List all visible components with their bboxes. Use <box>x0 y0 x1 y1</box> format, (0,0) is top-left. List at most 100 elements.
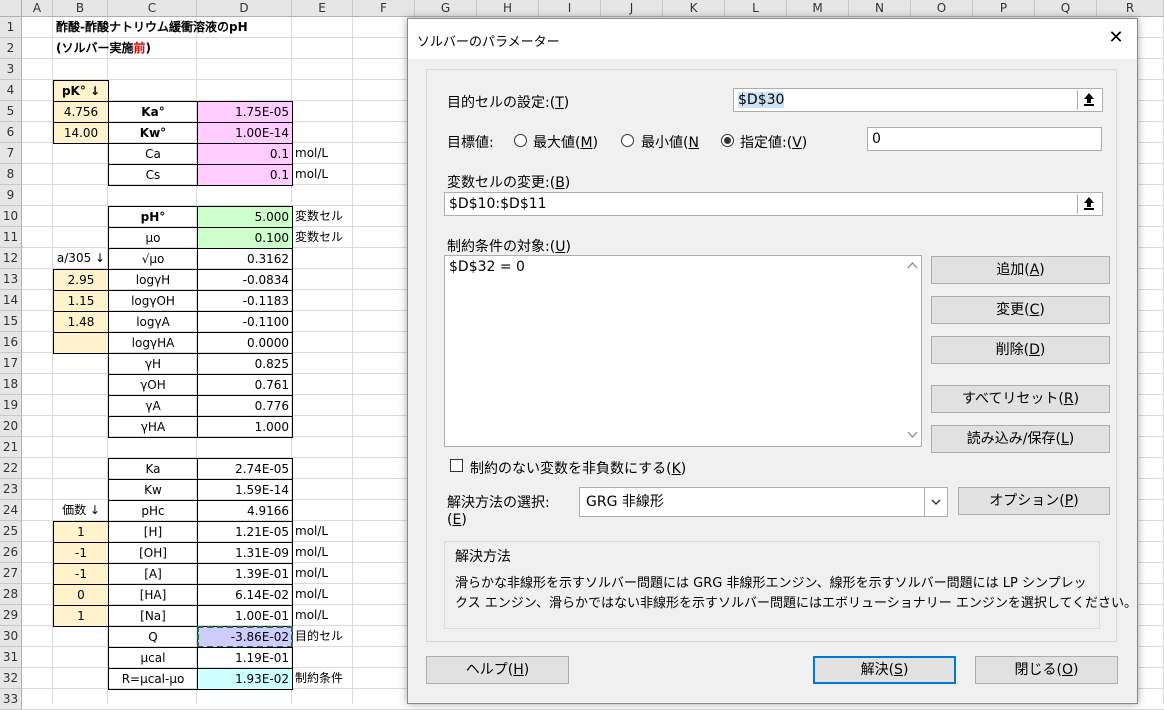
d-value-cell[interactable]: 1.000 <box>197 416 293 438</box>
d-value-cell[interactable]: 0.1 <box>197 164 293 186</box>
c-label-cell[interactable]: Ca <box>108 143 198 165</box>
nonnegative-checkbox[interactable] <box>450 459 463 472</box>
collapse-dialog-icon[interactable] <box>1077 90 1101 110</box>
valence-header[interactable]: 価数 ↓ <box>53 500 109 522</box>
c-label-cell[interactable]: logγOH <box>108 290 198 312</box>
d-value-cell[interactable]: 1.19E-01 <box>197 647 293 669</box>
b-cell[interactable]: 2.95 <box>53 269 109 291</box>
row-header[interactable]: 20 <box>0 416 22 437</box>
radio-min-label[interactable]: 最小値(N <box>641 132 699 152</box>
row-header[interactable]: 10 <box>0 206 22 227</box>
chevron-down-icon[interactable] <box>924 488 947 516</box>
d-value-cell[interactable]: 0.761 <box>197 374 293 396</box>
d-value-cell[interactable]: -0.0834 <box>197 269 293 291</box>
c-label-cell[interactable]: logγH <box>108 269 198 291</box>
c-label-cell[interactable]: Kw <box>108 479 198 501</box>
c-label-cell[interactable]: μo <box>108 227 198 249</box>
radio-max[interactable] <box>514 134 527 147</box>
sheet-title[interactable]: 酢酸-酢酸ナトリウム緩衝溶液のpH <box>53 17 353 39</box>
row-header[interactable]: 17 <box>0 353 22 374</box>
b-cell[interactable]: 1.15 <box>53 290 109 312</box>
d-value-cell[interactable]: 1.21E-05 <box>197 521 293 543</box>
options-button[interactable]: オプション(P) <box>958 487 1110 515</box>
c-label-cell[interactable]: logγHA <box>108 332 198 354</box>
delete-button[interactable]: 削除(D) <box>931 336 1110 364</box>
select-all-corner[interactable] <box>0 0 22 17</box>
column-header[interactable]: D <box>197 0 292 17</box>
column-header[interactable]: K <box>663 0 725 17</box>
e-label-cell[interactable]: 変数セル <box>292 227 354 249</box>
column-header[interactable]: I <box>539 0 601 17</box>
constraints-list[interactable]: $D$32 = 0 <box>444 255 922 447</box>
e-label-cell[interactable]: 目的セル <box>292 626 354 648</box>
e-label-cell[interactable]: 変数セル <box>292 206 354 228</box>
target-value-input[interactable]: 0 <box>867 127 1102 151</box>
row-header[interactable]: 11 <box>0 227 22 248</box>
column-header[interactable]: F <box>353 0 415 17</box>
b-cell[interactable]: 1.48 <box>53 311 109 333</box>
row-header[interactable]: 15 <box>0 311 22 332</box>
row-header[interactable]: 33 <box>0 689 22 710</box>
row-header[interactable]: 27 <box>0 563 22 584</box>
column-header[interactable]: A <box>22 0 53 17</box>
row-header[interactable]: 3 <box>0 59 22 80</box>
row-header[interactable]: 7 <box>0 143 22 164</box>
b-cell[interactable]: 0 <box>53 584 109 606</box>
column-header[interactable]: P <box>973 0 1035 17</box>
d-value-cell[interactable]: 1.00E-14 <box>197 122 293 144</box>
row-header[interactable]: 8 <box>0 164 22 185</box>
d-value-cell[interactable]: 0.3162 <box>197 248 293 270</box>
b-cell[interactable]: 1 <box>53 605 109 627</box>
d-value-cell[interactable]: -0.1100 <box>197 311 293 333</box>
constraints-scrollbar[interactable] <box>904 256 921 446</box>
column-header[interactable]: H <box>477 0 539 17</box>
e-label-cell[interactable]: mol/L <box>292 542 354 564</box>
d-value-cell[interactable]: 1.93E-02 <box>197 668 293 690</box>
d-value-cell[interactable]: 0.825 <box>197 353 293 375</box>
c-label-cell[interactable]: R=μcal-μo <box>108 668 198 690</box>
a305-header[interactable]: a/305 ↓ <box>53 248 109 270</box>
c-label-cell[interactable]: Q <box>108 626 198 648</box>
row-header[interactable]: 29 <box>0 605 22 626</box>
d-value-cell[interactable]: 5.000 <box>197 206 293 228</box>
e-label-cell[interactable]: 制約条件 <box>292 668 354 690</box>
c-label-cell[interactable]: pH° <box>108 206 198 228</box>
d-value-cell[interactable]: 6.14E-02 <box>197 584 293 606</box>
collapse-dialog-icon[interactable] <box>1077 194 1101 214</box>
load-save-button[interactable]: 読み込み/保存(L) <box>931 425 1110 453</box>
row-header[interactable]: 30 <box>0 626 22 647</box>
column-header[interactable]: M <box>787 0 849 17</box>
close-icon[interactable]: ✕ <box>1105 27 1127 49</box>
b-cell[interactable] <box>53 332 109 354</box>
e-label-cell[interactable]: mol/L <box>292 563 354 585</box>
c-label-cell[interactable]: [H] <box>108 521 198 543</box>
row-header[interactable]: 19 <box>0 395 22 416</box>
constraint-item[interactable]: $D$32 = 0 <box>449 259 525 275</box>
c-label-cell[interactable]: μcal <box>108 647 198 669</box>
c-label-cell[interactable]: Ka <box>108 458 198 480</box>
solve-button[interactable]: 解決(S) <box>813 656 956 684</box>
d-value-cell[interactable]: -3.86E-02 <box>197 626 293 648</box>
c-label-cell[interactable]: pHc <box>108 500 198 522</box>
objective-cell-input[interactable]: $D$30 <box>733 88 1103 112</box>
add-button[interactable]: 追加(A) <box>931 256 1110 284</box>
row-header[interactable]: 6 <box>0 122 22 143</box>
c-label-cell[interactable]: γHA <box>108 416 198 438</box>
row-header[interactable]: 9 <box>0 185 22 206</box>
c-label-cell[interactable]: [HA] <box>108 584 198 606</box>
d-value-cell[interactable]: 2.74E-05 <box>197 458 293 480</box>
column-header[interactable]: G <box>415 0 477 17</box>
radio-value-of-label[interactable]: 指定値:(V) <box>740 132 807 152</box>
row-header[interactable]: 28 <box>0 584 22 605</box>
c-label-cell[interactable]: √μo <box>108 248 198 270</box>
row-header[interactable]: 26 <box>0 542 22 563</box>
column-header[interactable]: E <box>292 0 353 17</box>
e-label-cell[interactable]: mol/L <box>292 584 354 606</box>
b-cell[interactable]: 14.00 <box>53 122 109 144</box>
column-header[interactable]: N <box>849 0 911 17</box>
c-label-cell[interactable]: γH <box>108 353 198 375</box>
c-label-cell[interactable]: γA <box>108 395 198 417</box>
row-header[interactable]: 2 <box>0 38 22 59</box>
row-header[interactable]: 21 <box>0 437 22 458</box>
b-cell[interactable]: 4.756 <box>53 101 109 123</box>
